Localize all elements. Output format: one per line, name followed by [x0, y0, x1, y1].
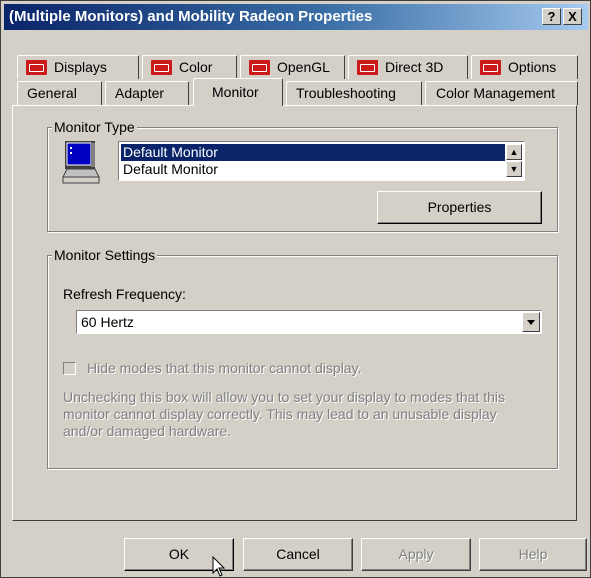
tab-label: Direct 3D — [385, 59, 444, 75]
help-button-bottom[interactable]: Help — [479, 538, 587, 571]
tab-label: General — [27, 85, 77, 101]
refresh-frequency-label: Refresh Frequency: — [63, 286, 186, 302]
monitor-settings-label: Monitor Settings — [52, 247, 158, 263]
monitor-type-label: Monitor Type — [52, 119, 137, 135]
tab-options[interactable]: Options — [471, 55, 578, 79]
ati-logo-icon — [357, 60, 378, 75]
tab-label: Color Management — [436, 85, 556, 101]
tab-monitor[interactable]: Monitor — [193, 78, 283, 106]
ati-logo-icon — [249, 60, 270, 75]
tab-color-management[interactable]: Color Management — [425, 81, 578, 105]
ati-logo-icon — [480, 60, 501, 75]
scroll-down-icon[interactable]: ▼ — [506, 161, 522, 177]
refresh-frequency-value: 60 Hertz — [81, 314, 134, 330]
title-bar[interactable]: (Multiple Monitors) and Mobility Radeon … — [4, 4, 588, 30]
tab-troubleshooting[interactable]: Troubleshooting — [286, 81, 422, 105]
window-title: (Multiple Monitors) and Mobility Radeon … — [9, 8, 373, 25]
chevron-down-icon — [527, 320, 535, 325]
tab-label: OpenGL — [277, 59, 330, 75]
tab-label: Monitor — [212, 84, 259, 100]
ati-logo-icon — [151, 60, 172, 75]
refresh-frequency-select[interactable]: 60 Hertz — [76, 310, 542, 334]
ati-logo-icon — [26, 60, 47, 75]
monitor-properties-button[interactable]: Properties — [377, 191, 542, 224]
warning-text: Unchecking this box will allow you to se… — [63, 389, 505, 439]
tab-label: Options — [508, 59, 557, 75]
scroll-up-icon[interactable]: ▲ — [506, 144, 522, 160]
monitor-icon — [62, 141, 100, 184]
cancel-button[interactable]: Cancel — [243, 538, 353, 571]
hide-modes-checkbox[interactable] — [63, 362, 76, 375]
tab-label: Troubleshooting — [296, 85, 396, 101]
hide-modes-label: Hide modes that this monitor cannot disp… — [87, 360, 362, 376]
tab-label: Adapter — [115, 85, 165, 101]
tab-adapter[interactable]: Adapter — [105, 81, 189, 105]
close-button[interactable]: X — [563, 8, 582, 25]
apply-button[interactable]: Apply — [361, 538, 471, 571]
monitor-list-item[interactable]: Default Monitor — [121, 161, 218, 178]
tab-displays[interactable]: Displays — [17, 55, 139, 79]
tab-color[interactable]: Color — [142, 55, 237, 79]
help-button[interactable]: ? — [542, 8, 561, 25]
tab-general[interactable]: General — [17, 81, 102, 105]
monitor-list[interactable]: Default Monitor Default Monitor ▲ ▼ — [118, 141, 525, 181]
dropdown-button[interactable] — [522, 312, 540, 332]
properties-dialog: (Multiple Monitors) and Mobility Radeon … — [0, 0, 591, 578]
monitor-list-item[interactable]: Default Monitor — [121, 144, 505, 161]
tab-label: Color — [179, 59, 213, 75]
tab-opengl[interactable]: OpenGL — [240, 55, 345, 79]
tab-label: Displays — [54, 59, 107, 75]
tab-direct3d[interactable]: Direct 3D — [348, 55, 468, 79]
mouse-cursor-icon — [212, 556, 226, 577]
